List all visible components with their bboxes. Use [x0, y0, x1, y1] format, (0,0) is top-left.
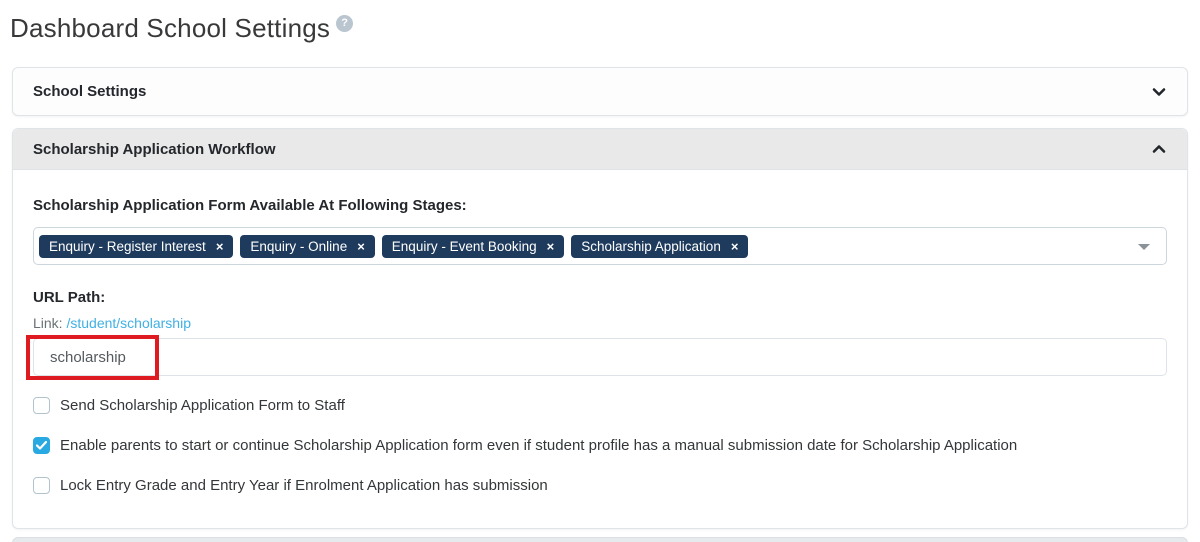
link-line: Link: /student/scholarship	[33, 315, 1167, 331]
accordion-header-school-settings[interactable]: School Settings	[13, 68, 1187, 115]
stage-tag: Enquiry - Register Interest ×	[39, 234, 234, 258]
chevron-down-icon[interactable]	[1151, 84, 1167, 100]
page-header: Dashboard School Settings ?	[0, 0, 1200, 44]
tag-remove-icon[interactable]: ×	[216, 240, 224, 253]
accordion-title: School Settings	[33, 83, 147, 100]
checkbox-row-lock-entry[interactable]: Lock Entry Grade and Entry Year if Enrol…	[33, 477, 1167, 494]
stages-label: Scholarship Application Form Available A…	[33, 197, 467, 214]
checkbox[interactable]	[33, 437, 50, 454]
tag-remove-icon[interactable]: ×	[357, 240, 365, 253]
dropdown-caret-icon[interactable]	[1138, 244, 1150, 250]
checkbox-label: Enable parents to start or continue Scho…	[60, 437, 1018, 454]
checkbox-label: Lock Entry Grade and Entry Year if Enrol…	[60, 477, 548, 494]
accordion-body: Scholarship Application Form Available A…	[13, 170, 1187, 528]
checkbox-row-send-to-staff[interactable]: Send Scholarship Application Form to Sta…	[33, 397, 1167, 414]
accordion-header-scholarship-workflow[interactable]: Scholarship Application Workflow	[13, 129, 1187, 170]
stage-tag-label: Enquiry - Online	[250, 238, 348, 254]
checkbox-group: Send Scholarship Application Form to Sta…	[33, 397, 1167, 494]
accordion-next-panel-edge[interactable]	[12, 537, 1188, 542]
link-prefix: Link:	[33, 315, 63, 331]
stages-multiselect[interactable]: Enquiry - Register Interest × Enquiry - …	[33, 227, 1167, 265]
stage-tag-label: Scholarship Application	[581, 238, 721, 254]
tag-remove-icon[interactable]: ×	[547, 240, 555, 253]
checkbox-row-enable-parents[interactable]: Enable parents to start or continue Scho…	[33, 437, 1167, 454]
checkbox-label: Send Scholarship Application Form to Sta…	[60, 397, 345, 414]
chevron-up-icon[interactable]	[1151, 141, 1167, 157]
accordion-title: Scholarship Application Workflow	[33, 140, 276, 158]
checkbox[interactable]	[33, 397, 50, 414]
url-path-input[interactable]	[33, 338, 1167, 376]
stage-tag: Enquiry - Online ×	[240, 234, 375, 258]
stage-tag-label: Enquiry - Register Interest	[49, 238, 206, 254]
stage-tag-label: Enquiry - Event Booking	[391, 238, 537, 254]
page-title: Dashboard School Settings	[10, 13, 331, 43]
accordion-school-settings: School Settings	[12, 67, 1188, 116]
scholarship-link[interactable]: /student/scholarship	[66, 315, 191, 331]
stage-tag: Enquiry - Event Booking ×	[381, 234, 565, 258]
url-input-wrap	[26, 335, 1167, 380]
tag-remove-icon[interactable]: ×	[731, 240, 739, 253]
accordion-scholarship-workflow: Scholarship Application Workflow Scholar…	[12, 128, 1188, 529]
url-path-label: URL Path:	[33, 289, 106, 306]
stage-tag: Scholarship Application ×	[571, 234, 749, 258]
help-icon[interactable]: ?	[336, 15, 354, 32]
checkbox[interactable]	[33, 477, 50, 494]
